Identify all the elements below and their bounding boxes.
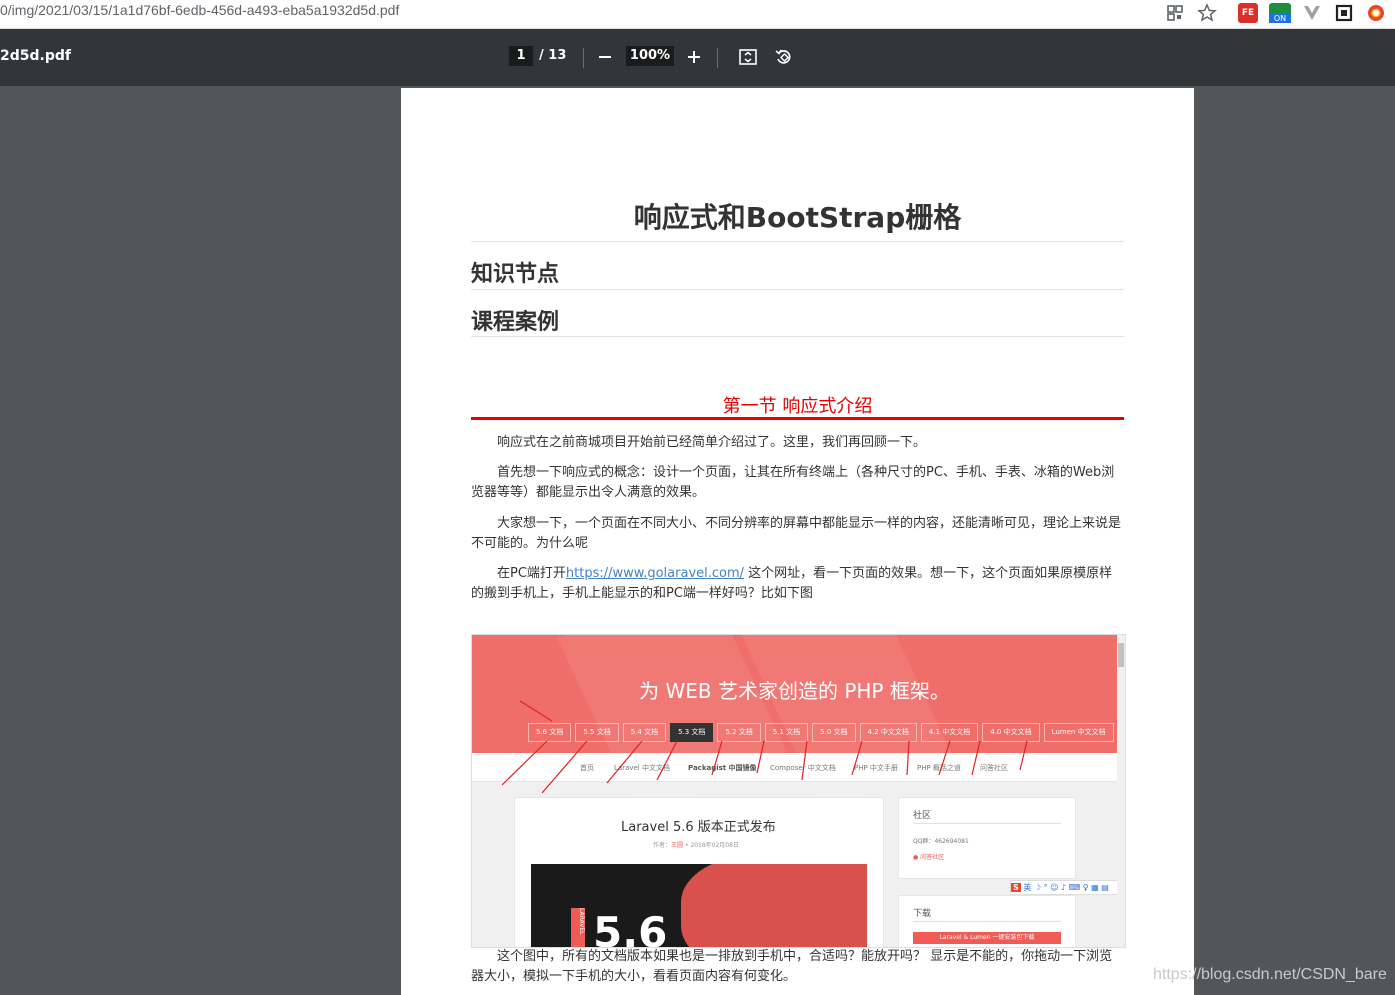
paragraph: 大家想一下，一个页面在不同大小、不同分辨率的屏幕中都能显示一样的内容，还能清晰可… — [471, 516, 1122, 551]
article-meta: 作者：王圆 • 2018年02月08日 — [653, 840, 739, 849]
article-cover-image: LARAVEL 5.6 — [531, 864, 867, 948]
download-title: 下载 — [913, 909, 932, 919]
annotation-arrows — [501, 700, 1028, 794]
title-divider — [471, 241, 1124, 242]
download-button[interactable]: Laravel & Lumen 一键安装包下载 — [913, 932, 1061, 944]
paragraph: 在PC端打开https://www.golaravel.com/ 这个网址，看一… — [471, 564, 1124, 604]
section-red-divider — [471, 417, 1124, 420]
community-card: 社区 QQ群：462694081 ● 问答社区 — [898, 797, 1076, 879]
article-card: Laravel 5.6 版本正式发布 作者：王圆 • 2018年02月08日 L… — [514, 797, 884, 948]
paragraph-text: 在PC端打开 — [497, 566, 566, 581]
forum-link-label: 问答社区 — [920, 854, 945, 861]
heading-knowledge-points: 知识节点 — [471, 262, 560, 287]
heading-divider — [471, 289, 1124, 290]
zoom-out-button[interactable] — [597, 47, 613, 72]
pdf-page: 响应式和BootStrap栅格 知识节点 课程案例 第一节 响应式介绍 响应式在… — [401, 88, 1194, 995]
pdf-toolbar: 2d5d.pdf 1 / 13 100% — [0, 29, 1395, 86]
on-extension-icon[interactable]: ON — [1269, 3, 1291, 23]
community-title: 社区 — [913, 811, 932, 821]
qr-code-icon[interactable] — [1165, 3, 1185, 23]
article-title[interactable]: Laravel 5.6 版本正式发布 — [621, 816, 776, 835]
csdn-watermark: https://blog.csdn.net/CSDN_bare — [1153, 966, 1387, 983]
fe-extension-icon[interactable]: FE — [1238, 3, 1258, 23]
chrome-profile-icon[interactable] — [1366, 3, 1386, 23]
scrollbar-thumb — [1118, 643, 1124, 667]
comment-icon: ● — [913, 854, 919, 861]
fit-page-icon — [739, 49, 757, 65]
fit-to-page-button[interactable] — [738, 47, 758, 72]
sogou-logo-icon: S — [1011, 883, 1021, 892]
golaravel-link[interactable]: https://www.golaravel.com/ — [566, 566, 744, 581]
on-extension-label: ON — [1269, 14, 1291, 23]
article-meta-prefix: 作者： — [653, 842, 672, 849]
section-title: 第一节 响应式介绍 — [722, 396, 873, 417]
ime-toolbar: S 英 ☽ ° ☺ ♪ ⌨ ♀ ▦ ▤ — [1010, 880, 1124, 895]
elephant-graphic — [681, 864, 867, 947]
vue-devtools-icon[interactable] — [1302, 3, 1322, 23]
zoom-in-button[interactable] — [686, 47, 702, 72]
qq-group: QQ群：462694081 — [913, 838, 969, 845]
heading-divider — [471, 336, 1124, 337]
forum-link[interactable]: ● 问答社区 — [913, 852, 944, 861]
screenshot-extension-icon[interactable] — [1334, 3, 1354, 23]
article-date: • 2018年02月08日 — [684, 842, 739, 849]
ime-tools: 英 ☽ ° ☺ ♪ ⌨ ♀ ▦ ▤ — [1023, 883, 1109, 892]
toolbar-divider — [717, 48, 718, 68]
browser-address-bar: 0/img/2021/03/15/1a1d76bf-6edb-456d-a493… — [0, 0, 1395, 29]
rotate-button[interactable] — [774, 47, 794, 72]
toolbar-divider — [583, 48, 584, 68]
golaravel-screenshot: 为 WEB 艺术家创造的 PHP 框架。 5.6 文档 5.5 文档 5.4 文… — [471, 634, 1126, 948]
paragraph: 首先想一下响应式的概念：设计一个页面，让其在所有终端上（各种尺寸的PC、手机、手… — [471, 465, 1115, 500]
zoom-level-input[interactable]: 100% — [626, 46, 674, 66]
screenshot-scrollbar — [1117, 635, 1125, 947]
paragraph: 这个图中，所有的文档版本如果也是一排放到手机中，合适吗？能放开吗？ 显示是不能的… — [471, 949, 1113, 984]
rotate-icon — [775, 49, 791, 64]
pdf-file-name: 2d5d.pdf — [0, 48, 71, 64]
paragraph: 响应式在之前商城项目开始前已经简单介绍过了。这里，我们再回顾一下。 — [497, 435, 927, 450]
page-total: / 13 — [539, 48, 567, 63]
page-number-input[interactable]: 1 — [509, 46, 533, 66]
cover-version-text: 5.6 — [593, 908, 668, 948]
plus-icon — [688, 51, 700, 63]
side-divider — [913, 823, 1061, 824]
document-title: 响应式和BootStrap栅格 — [633, 201, 962, 234]
download-card: 下载 Laravel & Lumen 一键安装包下载 — [898, 895, 1076, 947]
cover-side-label: LARAVEL — [571, 908, 585, 947]
minus-icon — [599, 56, 611, 58]
heading-course-cases: 课程案例 — [471, 310, 560, 335]
side-divider — [913, 921, 1061, 922]
address-url[interactable]: 0/img/2021/03/15/1a1d76bf-6edb-456d-a493… — [0, 2, 399, 18]
bookmark-star-icon[interactable] — [1197, 3, 1217, 23]
article-author[interactable]: 王圆 — [671, 842, 683, 849]
